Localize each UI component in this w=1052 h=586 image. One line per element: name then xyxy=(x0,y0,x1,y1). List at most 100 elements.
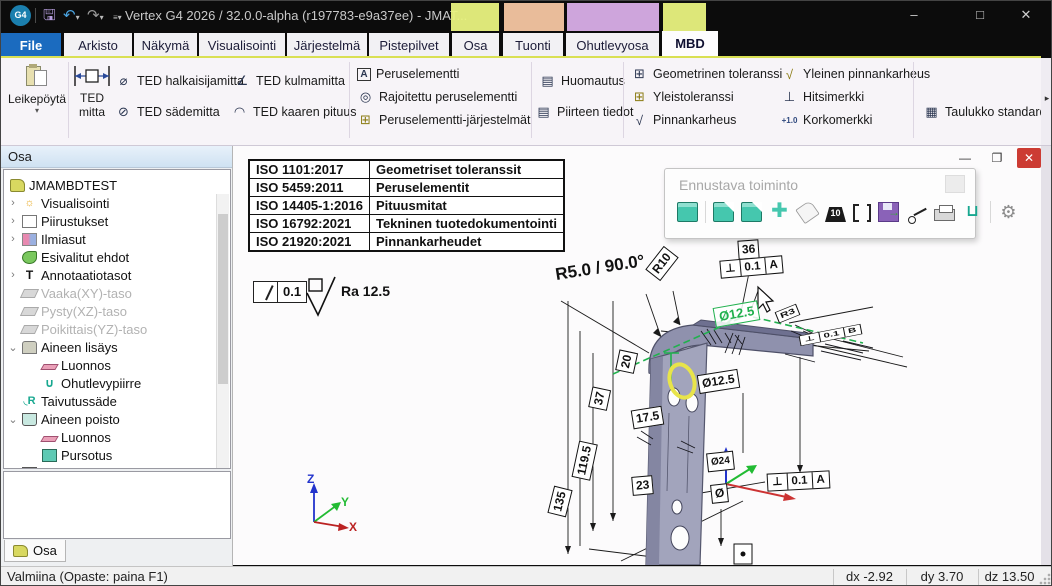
tree-item-pysty-xz[interactable]: Pysty(XZ)-taso xyxy=(22,302,127,320)
chevron-right-icon: › xyxy=(8,197,18,209)
customize-toolbar-icon[interactable]: ≡▾ xyxy=(113,5,122,29)
chevron-down-icon: ⌄ xyxy=(8,413,18,426)
arc-length-icon: ◠ xyxy=(231,104,248,120)
peruselementti-button[interactable]: A Peruselementti xyxy=(357,64,459,84)
tab-arkisto[interactable]: Arkisto xyxy=(64,33,132,58)
datum-icon: A xyxy=(357,68,371,81)
chevron-right-icon: › xyxy=(8,233,18,245)
panel-lower-pane xyxy=(3,471,231,539)
tree-scrollbar[interactable] xyxy=(216,194,229,469)
sun-icon: ☼ xyxy=(22,197,37,210)
undo-icon[interactable]: ↶▾ xyxy=(63,5,80,29)
geometric-tolerance-icon: ⊞ xyxy=(631,66,648,82)
tab-osa[interactable]: Osa xyxy=(452,33,499,58)
piirteen-tiedot-button[interactable]: ▤ Piirteen tiedot xyxy=(535,102,633,122)
tree-item-aineen-poisto[interactable]: ⌄Aineen poisto xyxy=(8,410,120,428)
geometrinen-toleranssi-button[interactable]: ⊞ Geometrinen toleranssi xyxy=(631,64,782,84)
highlight-mbd xyxy=(663,3,706,31)
tree-item-ilmiasut[interactable]: ›Ilmiasut xyxy=(8,230,86,248)
add-part-icon[interactable]: ✚ xyxy=(769,202,790,222)
tree-item-taivutussade[interactable]: ◟RTaivutussäde xyxy=(22,392,117,410)
ted-halkaisijamitta-button[interactable]: ⌀ TED halkaisijamitta xyxy=(115,71,244,91)
peruselementti-jarjestelmat-button[interactable]: ⊞ Peruselementti-järjestelmät xyxy=(357,110,530,130)
doc-minimize-button[interactable]: — xyxy=(953,148,977,168)
huomautus-button[interactable]: ▤ Huomautus xyxy=(539,71,625,91)
ted-sademitta-button[interactable]: ⊘ TED sädemitta xyxy=(115,102,220,122)
tree-item-esivalitut-ehdot[interactable]: Esivalitut ehdot xyxy=(22,248,129,266)
tree-item-vaaka-xy[interactable]: Vaaka(XY)-taso xyxy=(22,284,132,302)
tab-mbd[interactable]: MBD xyxy=(662,31,718,58)
elevation-mark-icon: +1.0 xyxy=(781,116,798,125)
window-title: Vertex G4 2026 / 32.0.0-alpha (r197783-e… xyxy=(125,8,467,23)
part-open-icon[interactable] xyxy=(713,202,734,222)
drawing-canvas[interactable]: ISO 1101:2017Geometriset toleranssit ISO… xyxy=(233,146,1041,565)
korkomerkki-button[interactable]: +1.0 Korkomerkki xyxy=(781,110,872,130)
ribbon-overflow-arrow[interactable]: ▸ xyxy=(1041,58,1052,146)
tab-jarjestelma[interactable]: Järjestelmä xyxy=(287,33,367,58)
tree-item-piirustukset[interactable]: ›Piirustukset xyxy=(8,212,108,230)
sheet-channel-icon[interactable]: ⊔ xyxy=(962,202,983,222)
tab-pistepilvet[interactable]: Pistepilvet xyxy=(369,33,449,58)
tree-item-pursotus[interactable]: Pursotus xyxy=(42,446,112,464)
taulukko-standardi-button[interactable]: ▦ Taulukko standard xyxy=(923,102,1046,122)
tree-item-luonnos-1[interactable]: Luonnos xyxy=(42,356,111,374)
part-open-alt-icon[interactable] xyxy=(741,202,762,222)
hitsimerkki-button[interactable]: ⊥ Hitsimerkki xyxy=(781,87,864,107)
ribbon-tab-bar: File Arkisto Näkymä Visualisointi Järjes… xyxy=(1,31,1052,58)
clipboard-button[interactable]: Leikepöytä ▾ xyxy=(9,64,65,115)
chevron-right-icon: › xyxy=(8,269,18,281)
panel-bottom-tab-osa[interactable]: Osa xyxy=(4,540,66,562)
tree-item-clipped[interactable]: ⌄ xyxy=(8,464,37,469)
tree-item-poikittais-yz[interactable]: Poikittais(YZ)-taso xyxy=(22,320,147,338)
sketch-icon xyxy=(40,436,58,442)
tree-item-luonnos-2[interactable]: Luonnos xyxy=(42,428,111,446)
document-window-controls: — ❐ ✕ xyxy=(953,148,1041,168)
close-button[interactable]: ✕ xyxy=(1009,3,1043,27)
tree-item-annotaatiotasot[interactable]: ›TAnnotaatiotasot xyxy=(8,266,131,284)
weight-10-icon[interactable]: 10 xyxy=(825,202,846,222)
tab-nakyma[interactable]: Näkymä xyxy=(134,33,197,58)
part-cube-icon[interactable] xyxy=(677,202,698,222)
save-icon[interactable]: 🖫 xyxy=(43,5,56,27)
doc-restore-button[interactable]: ❐ xyxy=(985,148,1009,168)
print-icon[interactable] xyxy=(934,209,955,221)
yleinen-pinnankarheus-button[interactable]: √ Yleinen pinnankarheus xyxy=(781,64,930,84)
dim-diameter-24: Ø24 xyxy=(706,451,735,473)
tree-item-ohutlevypiirre[interactable]: ∪Ohutlevypiirre xyxy=(42,374,141,392)
app-logo-icon[interactable]: G4 xyxy=(10,5,31,26)
redo-icon[interactable]: ↷▾ xyxy=(87,5,104,29)
doc-close-button[interactable]: ✕ xyxy=(1017,148,1041,168)
tab-ohutlevyosa[interactable]: Ohutlevyosa xyxy=(566,33,659,58)
panel-header: Osa xyxy=(1,146,232,168)
selection-frame-icon[interactable] xyxy=(853,204,871,222)
yleistoleranssi-button[interactable]: ⊞ Yleistoleranssi xyxy=(631,87,734,107)
status-dy: dy 3.70 xyxy=(906,569,978,584)
tree-item-visualisointi[interactable]: ›☼Visualisointi xyxy=(8,194,109,212)
polyline-icon[interactable] xyxy=(906,202,927,222)
tab-file[interactable]: File xyxy=(1,33,61,58)
ted-kulmamitta-button[interactable]: ∠ TED kulmamitta xyxy=(234,71,345,91)
resize-grip[interactable] xyxy=(1039,573,1051,585)
minimize-button[interactable]: – xyxy=(897,3,931,27)
rajoitettu-peruselementti-button[interactable]: ◎ Rajoitettu peruselementti xyxy=(357,87,517,107)
tree-item-aineen-lisays[interactable]: ⌄Aineen lisäys xyxy=(8,338,118,356)
scrollbar-thumb[interactable] xyxy=(218,214,228,384)
clipboard-icon xyxy=(26,64,48,88)
maximize-button[interactable]: □ xyxy=(963,3,997,27)
annotation-planes-icon: T xyxy=(22,269,37,282)
settings-gear-icon[interactable]: ⚙ xyxy=(998,202,1019,222)
axis-z-label: Z xyxy=(307,472,314,486)
window-frame-strip xyxy=(1041,146,1052,565)
mouse-cursor xyxy=(758,287,773,312)
appearances-icon xyxy=(22,233,37,246)
status-dx: dx -2.92 xyxy=(833,569,906,584)
tag-icon[interactable] xyxy=(795,200,819,224)
preselection-icon xyxy=(22,251,37,264)
ted-mitta-button[interactable]: TEDmitta xyxy=(71,64,113,119)
ted-kaaren-pituus-button[interactable]: ◠ TED kaaren pituus xyxy=(231,102,357,122)
tree-item-root[interactable]: JMAMBDTEST xyxy=(10,176,117,194)
pinnankarheus-button[interactable]: √ Pinnankarheus xyxy=(631,110,736,130)
tab-tuonti[interactable]: Tuonti xyxy=(503,33,563,58)
tab-visualisointi[interactable]: Visualisointi xyxy=(199,33,285,58)
save-export-icon[interactable] xyxy=(878,202,899,222)
